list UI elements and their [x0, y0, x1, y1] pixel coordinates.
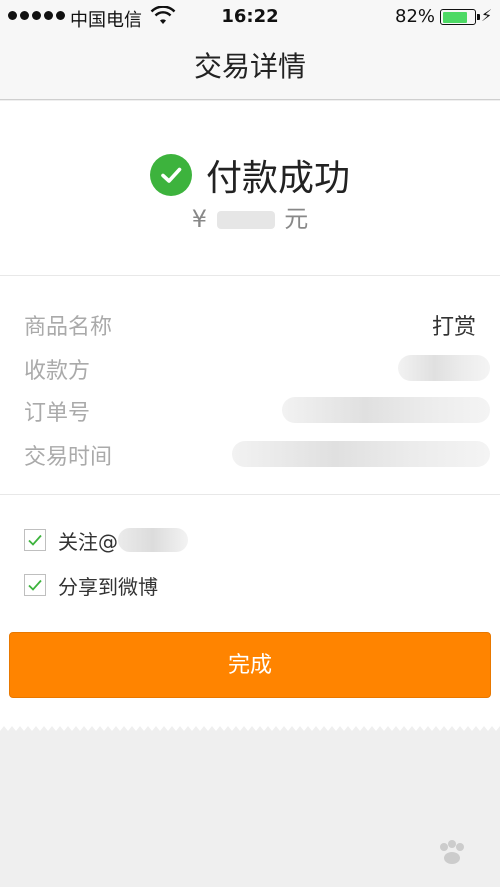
receipt-card: 付款成功 ¥ 元 商品名称 打赏 收款方 订单号 交易时间 关注@ 分享到微博 [0, 101, 500, 723]
detail-label: 商品名称 [24, 315, 113, 340]
page-title: 交易详情 [193, 50, 306, 83]
detail-value: 打赏 [431, 315, 476, 340]
share-checkbox[interactable] [24, 574, 46, 596]
follow-account-redacted [118, 528, 188, 552]
amount-unit: 元 [284, 205, 309, 233]
baidu-jingyan-watermark [380, 838, 490, 878]
amount-redacted [216, 211, 275, 229]
detail-row-trade-time: 交易时间 [0, 435, 500, 475]
detail-label: 交易时间 [24, 445, 113, 470]
detail-row-order-number: 订单号 [0, 391, 500, 431]
follow-checkbox[interactable] [24, 529, 46, 551]
receipt-torn-edge [0, 722, 500, 731]
follow-label: 关注@ [58, 529, 118, 554]
payment-status: 付款成功 [0, 149, 500, 201]
divider [0, 275, 500, 276]
share-option[interactable]: 分享到微博 [24, 568, 464, 602]
battery-percent: 82% [395, 6, 436, 27]
divider [0, 494, 500, 495]
currency-symbol: ¥ [191, 205, 207, 233]
detail-label: 订单号 [24, 401, 91, 426]
success-check-icon [149, 154, 192, 196]
trade-time-redacted [232, 441, 490, 467]
payee-redacted [398, 355, 490, 381]
nav-bar: 交易详情 [0, 34, 500, 100]
follow-option[interactable]: 关注@ [24, 523, 464, 557]
check-icon [28, 579, 42, 591]
detail-row-payee: 收款方 [0, 349, 500, 389]
charging-bolt-icon: ⚡ [481, 6, 493, 25]
detail-label: 收款方 [24, 359, 91, 384]
check-icon [28, 534, 42, 546]
share-label: 分享到微博 [58, 574, 158, 599]
payment-amount: ¥ 元 [0, 199, 500, 234]
status-bar: 中国电信 16:22 82% ⚡ [0, 0, 500, 34]
done-button[interactable]: 完成 [9, 632, 491, 698]
order-number-redacted [282, 397, 490, 423]
battery-icon [440, 9, 480, 25]
payment-status-title: 付款成功 [205, 158, 350, 199]
detail-row-item: 商品名称 打赏 [0, 305, 500, 345]
